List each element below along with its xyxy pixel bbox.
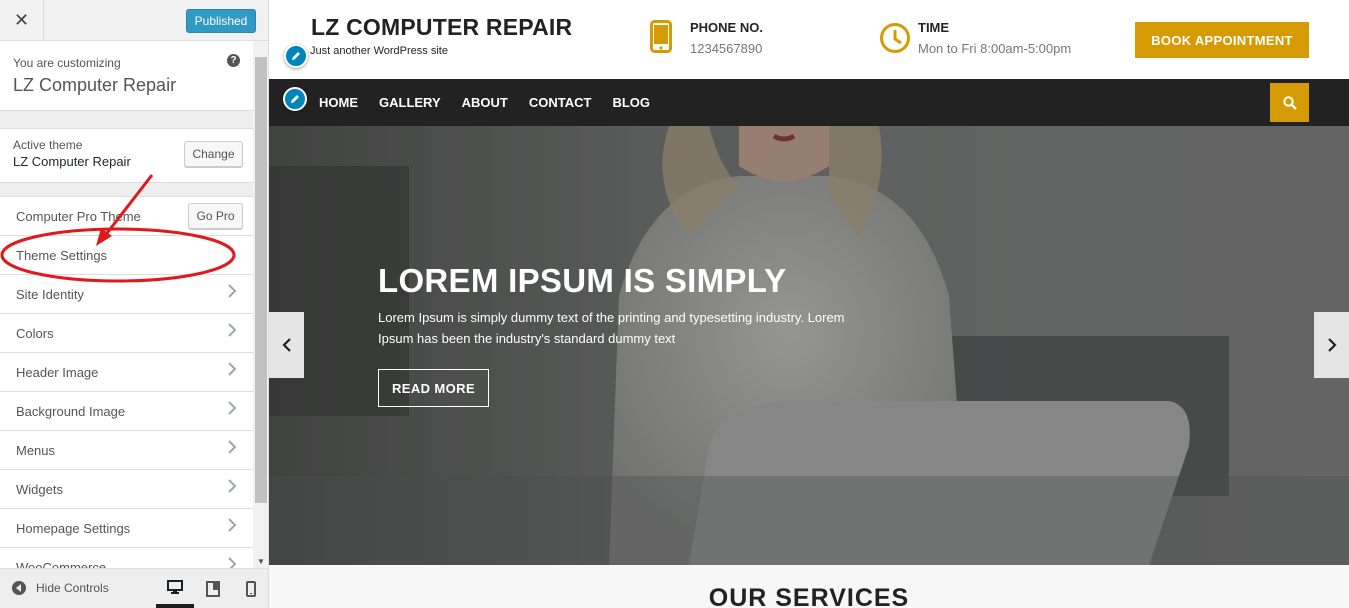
- slider-next-button[interactable]: [1314, 312, 1349, 378]
- section-theme-settings[interactable]: Theme Settings: [0, 236, 253, 275]
- time-value: Mon to Fri 8:00am-5:00pm: [918, 41, 1072, 56]
- hero-title: LOREM IPSUM IS SIMPLY: [378, 262, 787, 299]
- services-section: OUR SERVICES: [269, 565, 1349, 608]
- change-theme-button[interactable]: Change: [184, 141, 243, 167]
- close-icon: ✕: [13, 10, 30, 30]
- chevron-right-icon: [226, 440, 240, 458]
- phone-label: PHONE NO.: [690, 20, 763, 35]
- customizer-sidebar: ✕ Published You are customizing LZ Compu…: [0, 0, 269, 608]
- nav-item-about[interactable]: ABOUT: [462, 95, 508, 110]
- customizer-panel: You are customizing LZ Computer Repair ?…: [0, 41, 253, 568]
- section-label: Homepage Settings: [16, 521, 131, 536]
- desktop-icon[interactable]: [156, 569, 194, 608]
- nav-item-home[interactable]: HOME: [319, 95, 358, 110]
- site-title[interactable]: LZ COMPUTER REPAIR: [311, 14, 572, 41]
- services-title: OUR SERVICES: [708, 584, 910, 608]
- section-label: Background Image: [16, 404, 126, 419]
- hero-slider: LOREM IPSUM IS SIMPLY Lorem Ipsum is sim…: [269, 126, 1349, 565]
- customizing-label: You are customizing: [13, 56, 121, 70]
- scrollbar-thumb[interactable]: [255, 57, 267, 503]
- section-label: Colors: [16, 326, 54, 341]
- site-header: LZ COMPUTER REPAIR Just another WordPres…: [269, 0, 1349, 79]
- section-label: Site Identity: [16, 287, 84, 302]
- help-icon[interactable]: ?: [227, 54, 240, 67]
- scroll-down-arrow-icon[interactable]: ▼: [257, 557, 265, 566]
- chevron-right-icon: [226, 362, 240, 380]
- section-widgets[interactable]: Widgets: [0, 470, 253, 509]
- hide-controls-label: Hide Controls: [36, 581, 109, 595]
- active-theme-name: LZ Computer Repair: [13, 154, 131, 169]
- publish-button[interactable]: Published: [186, 9, 256, 33]
- edit-pencil-icon[interactable]: [283, 87, 307, 111]
- section-label: Menus: [16, 443, 56, 458]
- nav-item-contact[interactable]: CONTACT: [529, 95, 592, 110]
- tablet-icon[interactable]: [194, 569, 232, 608]
- chevron-right-icon: [226, 557, 240, 568]
- chevron-right-icon: [226, 479, 240, 497]
- time-label: TIME: [918, 20, 950, 35]
- chevron-right-icon: [226, 323, 240, 341]
- nav-menu: HOME GALLERY ABOUT CONTACT BLOG: [319, 79, 650, 126]
- section-background-image[interactable]: Background Image: [0, 392, 253, 431]
- section-colors[interactable]: Colors: [0, 314, 253, 353]
- search-icon: [1282, 95, 1297, 110]
- chevron-right-icon: [226, 401, 240, 419]
- chevron-right-icon: [226, 518, 240, 536]
- customizing-info: You are customizing LZ Computer Repair ?: [0, 41, 253, 111]
- section-label: Widgets: [16, 482, 63, 497]
- slider-prev-button[interactable]: [269, 312, 304, 378]
- section-label: Theme Settings: [16, 248, 108, 263]
- edit-pencil-icon[interactable]: [284, 44, 308, 68]
- chevron-right-icon: [1327, 338, 1337, 352]
- search-button[interactable]: [1270, 83, 1309, 122]
- customizer-footer: Hide Controls: [0, 568, 268, 608]
- mobile-icon[interactable]: [232, 569, 268, 608]
- hero-text: Lorem Ipsum is simply dummy text of the …: [378, 310, 845, 346]
- read-more-button[interactable]: READ MORE: [378, 369, 489, 407]
- section-menus[interactable]: Menus: [0, 431, 253, 470]
- nav-item-blog[interactable]: BLOG: [612, 95, 650, 110]
- site-preview: LZ COMPUTER REPAIR Just another WordPres…: [269, 0, 1349, 608]
- section-label: WooCommerce: [16, 560, 107, 568]
- customizer-header: ✕ Published: [0, 0, 268, 41]
- phone-icon: [650, 20, 672, 53]
- go-pro-button[interactable]: Go Pro: [188, 203, 243, 229]
- phone-value: 1234567890: [690, 41, 763, 56]
- section-site-identity[interactable]: Site Identity: [0, 275, 253, 314]
- sidebar-scrollbar[interactable]: ▼: [253, 41, 268, 568]
- section-homepage-settings[interactable]: Homepage Settings: [0, 509, 253, 548]
- close-customizer-button[interactable]: ✕: [0, 0, 44, 41]
- main-navigation: HOME GALLERY ABOUT CONTACT BLOG: [269, 79, 1349, 126]
- section-label: Computer Pro Theme: [16, 209, 141, 224]
- chevron-left-icon: [281, 338, 291, 352]
- collapse-arrow-icon: [12, 581, 26, 595]
- section-header-image[interactable]: Header Image: [0, 353, 253, 392]
- book-appointment-button[interactable]: BOOK APPOINTMENT: [1135, 22, 1309, 58]
- hide-controls-button[interactable]: Hide Controls: [12, 581, 109, 595]
- chevron-right-icon: [226, 284, 240, 302]
- section-label: Header Image: [16, 365, 99, 380]
- clock-icon: [880, 23, 910, 53]
- active-theme-section: Active theme LZ Computer Repair Change: [0, 128, 253, 183]
- section-woocommerce[interactable]: WooCommerce: [0, 548, 253, 568]
- customizing-site-name: LZ Computer Repair: [13, 75, 177, 95]
- customizer-sections: Computer Pro Theme Go Pro Theme Settings…: [0, 196, 253, 568]
- section-computer-pro-theme[interactable]: Computer Pro Theme Go Pro: [0, 197, 253, 236]
- active-theme-label: Active theme: [13, 138, 83, 152]
- site-tagline: Just another WordPress site: [310, 45, 448, 57]
- nav-item-gallery[interactable]: GALLERY: [379, 95, 441, 110]
